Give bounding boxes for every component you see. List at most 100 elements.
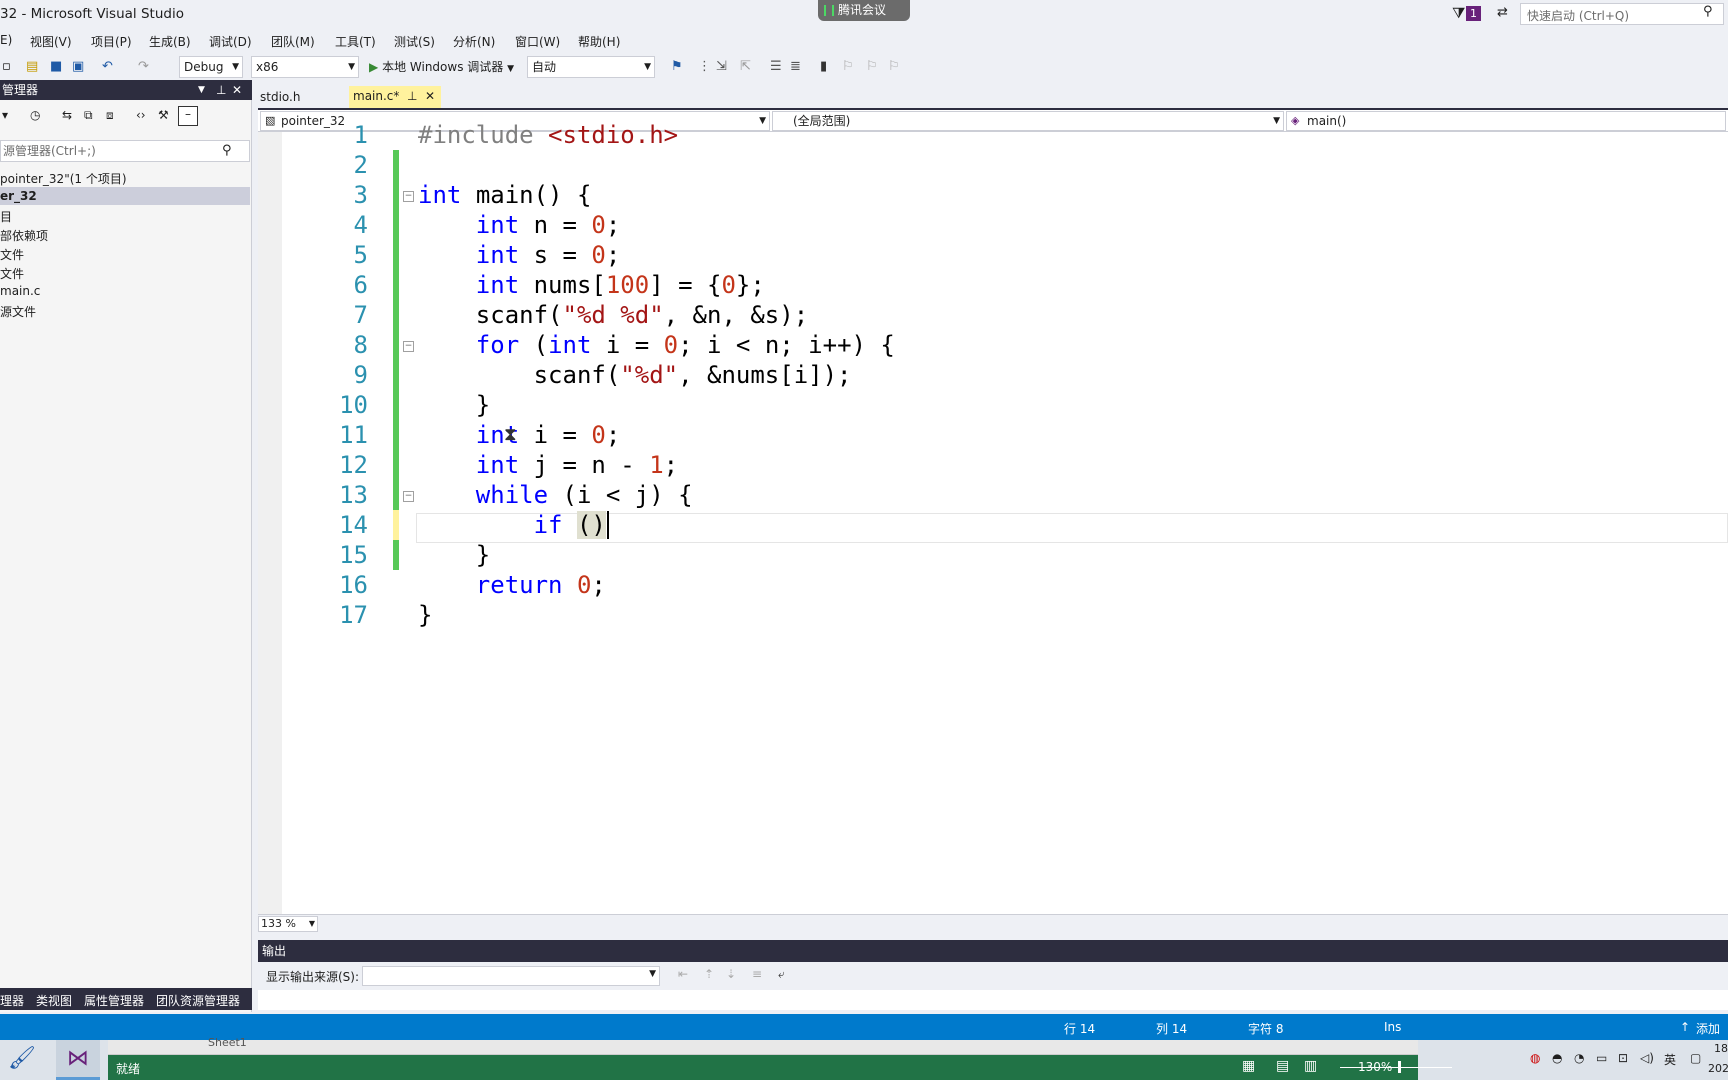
search-icon: ⚲: [1703, 4, 1713, 19]
save-icon[interactable]: ■: [50, 57, 62, 77]
notification-badge[interactable]: 1: [1466, 6, 1481, 21]
member-dropdown[interactable]: ◈ main(): [1286, 111, 1726, 131]
config-select[interactable]: Debug ▼: [179, 56, 243, 78]
volume-icon[interactable]: ◁): [1640, 1051, 1654, 1065]
tree-item-resource-files[interactable]: 文件: [0, 265, 24, 282]
scope-dropdown[interactable]: (全局范围) ▼: [772, 111, 1284, 131]
prev-bookmark-icon[interactable]: ⚐: [842, 57, 854, 77]
tree-item-solution[interactable]: pointer_32"(1 个项目): [0, 170, 127, 187]
undo-icon[interactable]: ↶: [102, 57, 113, 77]
clock-date[interactable]: 202: [1708, 1062, 1728, 1075]
platform-select[interactable]: x86 ▼: [251, 56, 359, 78]
prev-message-icon[interactable]: ⇡: [704, 967, 714, 981]
tree-item-source-files[interactable]: 源文件: [0, 303, 36, 320]
tab-main-c[interactable]: main.c* ⊥ ✕: [349, 86, 441, 108]
tree-item-main-c[interactable]: main.c: [0, 284, 40, 298]
tree-item-project[interactable]: er_32: [0, 189, 37, 203]
tab-property-manager[interactable]: 属性管理器: [84, 992, 144, 1009]
normal-view-icon[interactable]: ▦: [1242, 1058, 1255, 1074]
find-message-icon[interactable]: ⇤: [678, 967, 688, 981]
menu-tools[interactable]: 工具(T): [335, 33, 376, 50]
open-icon[interactable]: ▤: [26, 57, 38, 77]
wechat-icon[interactable]: ◔: [1574, 1051, 1584, 1065]
close-icon[interactable]: ✕: [232, 80, 242, 100]
tree-item-references[interactable]: 目: [0, 208, 12, 225]
publish-arrow-icon[interactable]: ↑: [1680, 1020, 1690, 1034]
antivirus-icon[interactable]: ◍: [1530, 1051, 1540, 1065]
pin-icon[interactable]: ⊥: [407, 89, 417, 103]
step-icon[interactable]: ⋮: [698, 57, 711, 77]
zoom-slider[interactable]: [1340, 1067, 1452, 1068]
page-break-icon[interactable]: ▥: [1304, 1058, 1317, 1074]
collapse-icon[interactable]: ⧉: [84, 108, 93, 123]
current-line-highlight: [416, 513, 1728, 543]
step-into-icon[interactable]: ⇲: [716, 57, 727, 77]
network-icon[interactable]: ⊡: [1618, 1051, 1628, 1065]
menu-project[interactable]: 项目(P): [91, 33, 132, 50]
menu-analyze[interactable]: 分析(N): [453, 33, 495, 50]
output-source-select[interactable]: ▼: [362, 966, 660, 986]
clock-time[interactable]: 18: [1714, 1042, 1728, 1055]
visual-studio-taskbar-icon[interactable]: ⋈: [56, 1040, 100, 1080]
fold-toggle-icon[interactable]: −: [403, 341, 414, 352]
brush-app-icon[interactable]: 🖌: [8, 1046, 48, 1076]
find-icon[interactable]: ⚑: [671, 57, 683, 77]
clear-bookmark-icon[interactable]: ⚐: [888, 57, 900, 77]
menu-team[interactable]: 团队(M): [271, 33, 315, 50]
save-all-icon[interactable]: ▣: [72, 57, 84, 77]
menu-debug[interactable]: 调试(D): [209, 33, 252, 50]
quick-launch-input[interactable]: 快速启动 (Ctrl+Q): [1520, 3, 1724, 25]
clear-all-icon[interactable]: ≡: [752, 967, 762, 981]
menu-help[interactable]: 帮助(H): [578, 33, 620, 50]
tab-stdio-h[interactable]: stdio.h: [260, 90, 300, 104]
menu-edit[interactable]: E): [0, 33, 12, 47]
fold-toggle-icon[interactable]: −: [403, 491, 414, 502]
tab-class-view[interactable]: 类视图: [36, 992, 72, 1009]
code-editor[interactable]: 1 2 3 4 5 6 7 8 9 10 11 12 13 14 15 16 1…: [258, 121, 1728, 914]
page-layout-icon[interactable]: ▤: [1276, 1058, 1289, 1074]
close-icon[interactable]: ✕: [425, 89, 435, 103]
qq-icon[interactable]: ◓: [1552, 1051, 1562, 1065]
menu-build[interactable]: 生成(B): [149, 33, 191, 50]
tree-item-external-deps[interactable]: 部依赖项: [0, 227, 48, 244]
run-mode-select[interactable]: 自动 ▼: [527, 56, 655, 78]
output-content[interactable]: [258, 990, 1728, 1010]
tab-team-explorer[interactable]: 团队资源管理器: [156, 992, 240, 1009]
network-device-icon[interactable]: ▭: [1596, 1051, 1607, 1065]
redo-icon[interactable]: ↷: [138, 57, 149, 77]
menu-view[interactable]: 视图(V): [30, 33, 72, 50]
preview-icon[interactable]: –: [178, 106, 198, 126]
show-all-icon[interactable]: ⧈: [106, 108, 114, 123]
menu-window[interactable]: 窗口(W): [515, 33, 560, 50]
word-wrap-icon[interactable]: ⤶: [778, 967, 785, 982]
bookmark-icon[interactable]: ▮: [820, 57, 827, 77]
wrench-icon[interactable]: ⚒: [158, 108, 169, 122]
next-message-icon[interactable]: ⇣: [726, 967, 736, 981]
fold-toggle-icon[interactable]: −: [403, 191, 414, 202]
pin-icon[interactable]: ⊥: [216, 80, 226, 100]
menu-test[interactable]: 测试(S): [394, 33, 435, 50]
meeting-indicator[interactable]: 腾讯会议: [818, 0, 910, 21]
new-project-icon[interactable]: ▫: [2, 57, 11, 77]
comment-icon[interactable]: ☰: [770, 57, 782, 77]
code-line: int nums[100] = {0};: [475, 271, 765, 299]
action-center-icon[interactable]: ▢: [1690, 1051, 1701, 1065]
history-icon[interactable]: ◷: [30, 108, 40, 122]
sync-icon[interactable]: ⇆: [62, 108, 72, 122]
home-icon[interactable]: ▾: [2, 108, 8, 122]
chevron-down-icon[interactable]: ▼: [198, 80, 205, 100]
code-icon[interactable]: ‹›: [136, 108, 146, 122]
zoom-slider-thumb[interactable]: [1398, 1061, 1401, 1073]
tree-item-header-files[interactable]: 文件: [0, 246, 24, 263]
start-debugging-button[interactable]: ▶ 本地 Windows 调试器 ▼: [369, 57, 521, 77]
next-bookmark-icon[interactable]: ⚐: [866, 57, 878, 77]
zoom-select[interactable]: 133 % ▼: [258, 916, 318, 932]
ime-indicator[interactable]: 英: [1664, 1051, 1676, 1068]
sheet-tab[interactable]: Sheet1: [208, 1036, 247, 1049]
uncomment-icon[interactable]: ≣: [790, 57, 801, 77]
feedback-icon[interactable]: ⇄: [1497, 5, 1508, 20]
tab-solution-explorer[interactable]: 理器: [0, 992, 24, 1009]
filter-icon[interactable]: ⧩: [1452, 4, 1465, 22]
solution-search-input[interactable]: 源管理器(Ctrl+;): [0, 140, 250, 162]
step-out-icon[interactable]: ⇱: [740, 57, 751, 77]
